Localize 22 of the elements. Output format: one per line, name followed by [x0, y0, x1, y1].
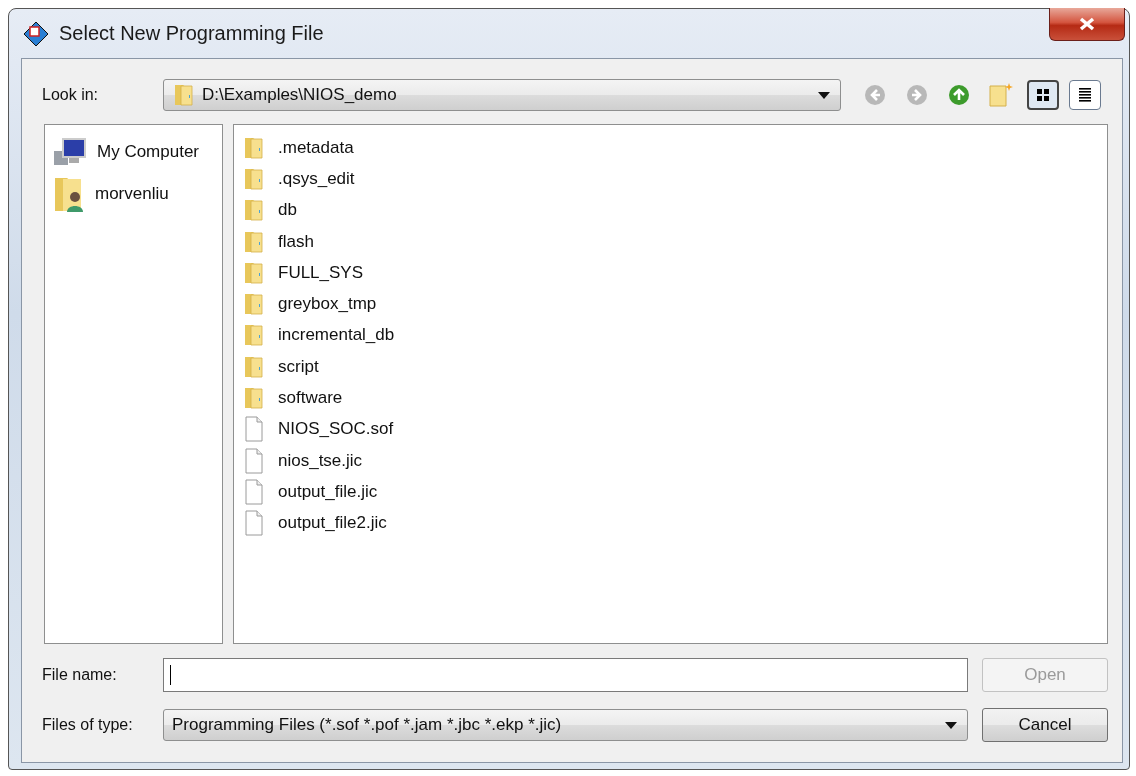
file-item[interactable]: nios_tse.jic — [278, 450, 363, 471]
window-title: Select New Programming File — [59, 22, 324, 45]
file-item[interactable]: output_file.jic — [278, 481, 378, 502]
file-name-label: File name: — [42, 666, 118, 684]
file-item[interactable]: flash — [278, 231, 314, 252]
look-in-label: Look in: — [42, 86, 100, 104]
file-item[interactable]: output_file2.jic — [278, 513, 387, 534]
file-item[interactable]: greybox_tmp — [278, 294, 377, 315]
file-item[interactable]: db — [278, 200, 297, 221]
file-item[interactable]: incremental_db — [278, 325, 395, 346]
file-item[interactable]: FULL_SYS — [278, 262, 364, 283]
files-of-type-label: Files of type: — [42, 716, 134, 734]
cancel-button[interactable]: Cancel — [982, 708, 1108, 742]
file-item[interactable]: software — [278, 388, 343, 408]
file-type-dropdown[interactable]: Programming Files (*.sof *.pof *.jam *.jbc *.ekp *.jic) — [163, 709, 968, 741]
look-in-dropdown[interactable]: D:\Examples\NIOS_demo — [163, 79, 841, 111]
file-item[interactable]: NIOS_SOC.sof — [278, 419, 394, 440]
file-item[interactable]: .metadata — [278, 137, 354, 158]
file-item[interactable]: .qsys_edit — [278, 168, 355, 189]
places-item[interactable]: morvenliu — [95, 184, 169, 204]
file-item[interactable]: script — [278, 356, 319, 377]
places-item[interactable]: My Computer — [97, 142, 200, 162]
